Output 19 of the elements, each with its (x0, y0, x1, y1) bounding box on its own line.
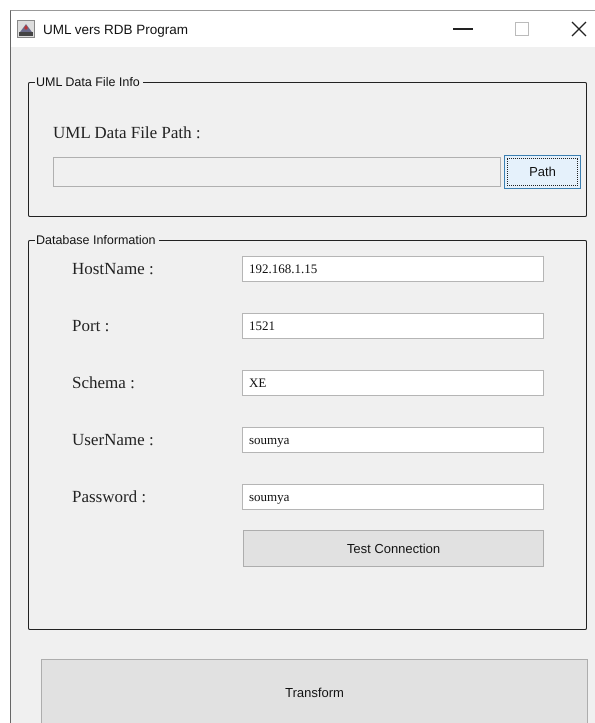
minimize-icon[interactable] (453, 28, 473, 30)
input-field[interactable]: 192.168.1.15 (242, 256, 544, 282)
field-label: UML Data File Path : (53, 123, 202, 143)
field-label: Port : (72, 316, 110, 336)
transform-button[interactable]: Transform (41, 659, 588, 723)
path-field[interactable] (53, 157, 501, 187)
field-label: UserName : (72, 430, 155, 450)
test-connection-button[interactable]: Test Connection (243, 530, 544, 567)
field-label: HostName : (72, 258, 155, 278)
window-title: UML vers RDB Program (43, 22, 190, 36)
input-field[interactable]: XE (242, 370, 544, 396)
field-label: Schema : (72, 372, 136, 392)
field-label: Password : (72, 486, 148, 506)
input-field[interactable]: soumya (242, 426, 544, 452)
input-field[interactable]: soumya (242, 484, 544, 510)
app-icon (17, 20, 35, 38)
path-button[interactable]: Path (504, 155, 581, 189)
input-field[interactable]: 1521 (242, 312, 544, 338)
close-icon[interactable] (571, 21, 587, 37)
